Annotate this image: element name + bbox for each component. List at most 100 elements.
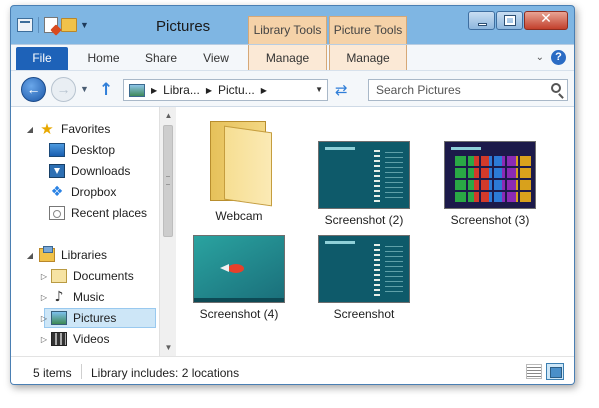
status-bar: 5 items Library includes: 2 locations xyxy=(11,356,574,384)
scroll-up-icon[interactable]: ▲ xyxy=(160,107,177,124)
nav-dropbox[interactable]: ❖ Dropbox xyxy=(11,182,159,202)
tab-view[interactable]: View xyxy=(191,45,241,71)
folder-icon xyxy=(204,115,274,207)
tab-share[interactable]: Share xyxy=(136,45,186,71)
explorer-window: ▼ Pictures Library Tools Picture Tools ✕… xyxy=(10,5,575,385)
client-area: ◢ ★ Favorites Desktop Downloads ❖ Dropbo… xyxy=(11,106,574,356)
close-button[interactable]: ✕ xyxy=(524,11,568,30)
recent-places-icon xyxy=(49,206,65,220)
nav-videos-label: Videos xyxy=(73,332,110,346)
nav-recent-places[interactable]: Recent places xyxy=(11,203,159,223)
minimize-icon xyxy=(478,23,487,26)
recent-locations-chevron-icon[interactable]: ▼ xyxy=(80,84,89,94)
file-item[interactable]: Screenshot xyxy=(304,235,424,321)
file-item-label: Screenshot (4) xyxy=(199,307,279,321)
quick-access-toolbar: ▼ xyxy=(17,17,89,33)
search-input[interactable] xyxy=(369,80,539,100)
breadcrumb-separator-icon[interactable]: ▶ xyxy=(151,86,157,95)
scroll-thumb[interactable] xyxy=(163,125,173,237)
file-item-label: Webcam xyxy=(215,209,263,223)
screenshot-thumbnail xyxy=(318,235,410,303)
forward-button[interactable]: → xyxy=(51,77,76,102)
breadcrumb-separator-icon[interactable]: ▶ xyxy=(261,86,267,95)
file-item[interactable]: Webcam xyxy=(179,115,299,223)
nav-libraries-label: Libraries xyxy=(61,248,108,262)
nav-dropbox-label: Dropbox xyxy=(71,185,117,199)
file-item[interactable]: Screenshot (3) xyxy=(430,141,550,227)
music-icon: ♪ xyxy=(54,289,64,305)
nav-libraries[interactable]: ◢ Libraries xyxy=(11,245,159,265)
ribbon-tab-row: File Home Share View Manage Manage ⌄ ? xyxy=(11,44,574,71)
breadcrumb-separator-icon[interactable]: ▶ xyxy=(206,86,212,95)
nav-downloads[interactable]: Downloads xyxy=(11,161,159,181)
nav-downloads-label: Downloads xyxy=(71,164,131,178)
picture-tools-header: Picture Tools xyxy=(329,16,407,44)
navigation-pane[interactable]: ◢ ★ Favorites Desktop Downloads ❖ Dropbo… xyxy=(11,107,159,356)
nav-recent-places-label: Recent places xyxy=(71,206,148,220)
file-list[interactable]: Webcam Screenshot (2) Screenshot (3) Scr… xyxy=(177,107,574,356)
search-box[interactable] xyxy=(368,79,568,101)
navigation-bar: ← → ▼ ↑ ▶ Libra... ▶ Pictu... ▶ ▼ ⇄ xyxy=(11,70,574,106)
desktop-icon xyxy=(49,143,65,157)
properties-icon[interactable] xyxy=(44,17,58,33)
back-button[interactable]: ← xyxy=(21,77,46,102)
pictures-location-icon xyxy=(129,83,145,97)
nav-pane-scrollbar[interactable]: ▲ ▼ xyxy=(159,107,176,356)
tab-home[interactable]: Home xyxy=(76,45,131,71)
library-info: Library includes: 2 locations xyxy=(91,366,240,380)
maximize-icon xyxy=(504,15,516,26)
nav-music[interactable]: ▷ ♪ Music xyxy=(11,287,159,307)
expand-arrow-icon[interactable]: ▷ xyxy=(37,293,51,302)
nav-desktop[interactable]: Desktop xyxy=(11,140,159,160)
close-icon: ✕ xyxy=(540,11,552,27)
dropbox-icon: ❖ xyxy=(50,184,64,200)
address-bar[interactable]: ▶ Libra... ▶ Pictu... ▶ ▼ xyxy=(123,79,328,101)
scroll-down-icon[interactable]: ▼ xyxy=(160,339,177,356)
tab-picture-manage[interactable]: Manage xyxy=(329,45,407,71)
library-tools-label: Library Tools xyxy=(253,23,322,37)
tab-library-manage[interactable]: Manage xyxy=(248,45,327,71)
up-arrow-icon[interactable]: ↑ xyxy=(99,80,113,100)
collapse-arrow-icon[interactable]: ◢ xyxy=(23,125,37,134)
file-item[interactable]: Screenshot (2) xyxy=(304,141,424,227)
file-item[interactable]: Screenshot (4) xyxy=(179,235,299,321)
minimize-button[interactable] xyxy=(468,11,495,30)
file-item-label: Screenshot (2) xyxy=(324,213,404,227)
expand-arrow-icon[interactable]: ▷ xyxy=(37,335,51,344)
details-view-icon[interactable] xyxy=(526,364,542,379)
caption-buttons: ✕ xyxy=(468,11,568,30)
search-icon[interactable] xyxy=(551,83,561,93)
collapse-arrow-icon[interactable]: ◢ xyxy=(23,251,37,260)
screenshot-thumbnail xyxy=(318,141,410,209)
file-item-label: Screenshot (3) xyxy=(450,213,530,227)
libraries-icon xyxy=(39,246,55,262)
nav-favorites-label: Favorites xyxy=(61,122,111,136)
nav-pictures[interactable]: ▷ Pictures xyxy=(41,308,156,328)
expand-arrow-icon[interactable]: ▷ xyxy=(37,314,51,323)
nav-pictures-label: Pictures xyxy=(73,311,117,325)
nav-videos[interactable]: ▷ Videos xyxy=(11,329,159,349)
breadcrumb-libraries[interactable]: Libra... xyxy=(163,83,200,97)
refresh-icon[interactable]: ⇄ xyxy=(335,81,348,99)
nav-desktop-label: Desktop xyxy=(71,143,116,157)
nav-documents[interactable]: ▷ Documents xyxy=(11,266,159,286)
new-folder-icon[interactable] xyxy=(61,18,77,32)
tab-file[interactable]: File xyxy=(16,47,68,71)
address-history-chevron-icon[interactable]: ▼ xyxy=(315,85,323,94)
expand-ribbon-chevron-icon[interactable]: ⌄ xyxy=(536,52,544,63)
toolbar-divider xyxy=(38,17,39,33)
large-icons-view-icon[interactable] xyxy=(546,363,564,380)
videos-icon xyxy=(51,332,67,346)
help-icon[interactable]: ? xyxy=(551,50,566,65)
star-icon: ★ xyxy=(40,120,54,138)
file-item-label: Screenshot xyxy=(333,307,395,321)
maximize-button[interactable] xyxy=(496,11,523,30)
picture-tools-label: Picture Tools xyxy=(333,23,403,37)
breadcrumb-pictures[interactable]: Pictu... xyxy=(218,83,255,97)
title-bar[interactable]: ▼ Pictures Library Tools Picture Tools ✕ xyxy=(11,6,574,44)
documents-icon xyxy=(51,269,67,283)
window-menu-icon[interactable] xyxy=(17,18,33,32)
customize-toolbar-chevron-icon[interactable]: ▼ xyxy=(80,20,89,30)
expand-arrow-icon[interactable]: ▷ xyxy=(37,272,51,281)
nav-favorites[interactable]: ◢ ★ Favorites xyxy=(11,119,159,139)
